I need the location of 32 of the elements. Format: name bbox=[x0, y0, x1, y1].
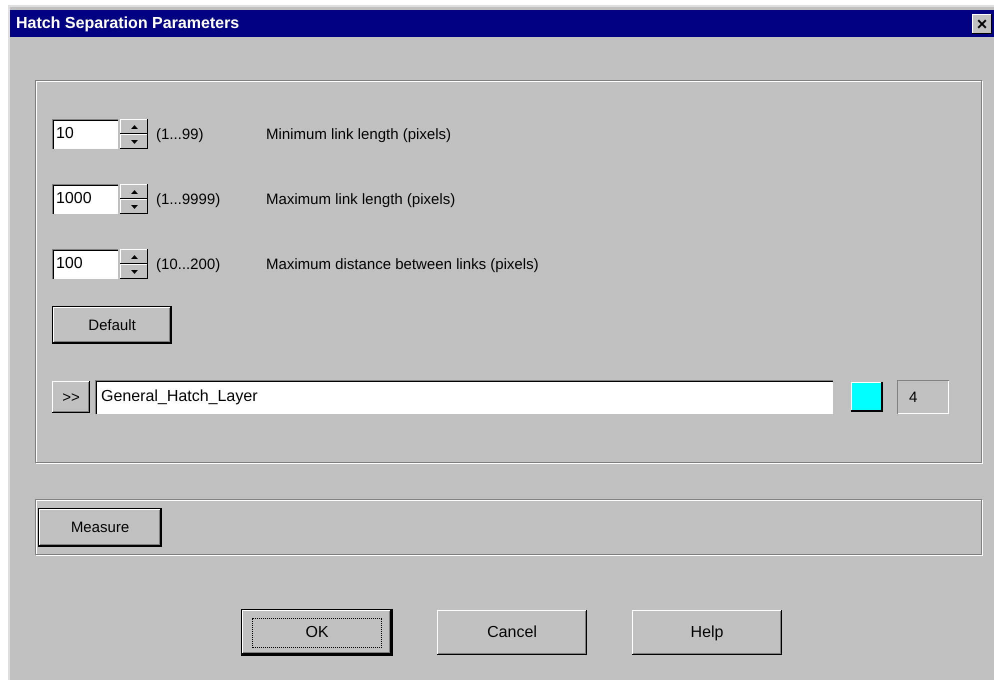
down-arrow-icon bbox=[130, 140, 138, 144]
color-index: 4 bbox=[897, 380, 949, 414]
parameter-label: Maximum distance between links (pixels) bbox=[266, 256, 539, 272]
parameter-label: Maximum link length (pixels) bbox=[266, 190, 456, 208]
up-arrow-icon bbox=[130, 254, 138, 258]
dialog-button[interactable]: Help bbox=[632, 610, 782, 655]
close-button[interactable]: × bbox=[972, 14, 992, 34]
color-swatch[interactable] bbox=[849, 380, 885, 414]
default-button[interactable]: Default bbox=[53, 307, 171, 343]
down-arrow-icon bbox=[130, 204, 138, 208]
range-label: (10...200) bbox=[156, 256, 222, 272]
range-label: (1...99) bbox=[156, 126, 205, 142]
spin-down-button[interactable] bbox=[120, 134, 148, 149]
spin-up-button[interactable] bbox=[120, 119, 148, 134]
number-field[interactable]: 100 bbox=[52, 249, 118, 279]
down-arrow-icon bbox=[130, 270, 138, 274]
spin-down-button[interactable] bbox=[120, 199, 148, 214]
spin-down-button[interactable] bbox=[120, 264, 148, 279]
parameter-label: Minimum link length (pixels) bbox=[266, 126, 452, 142]
spin-up-button[interactable] bbox=[120, 249, 148, 264]
range-label: (1...9999) bbox=[156, 190, 222, 208]
browse-button[interactable]: >> bbox=[52, 381, 90, 413]
window-title: Hatch Separation Parameters bbox=[16, 14, 240, 32]
dialog-button[interactable]: OK bbox=[242, 610, 392, 655]
number-field[interactable]: 10 bbox=[52, 119, 118, 149]
up-arrow-icon bbox=[130, 124, 138, 128]
layer-name-field[interactable]: General_Hatch_Layer bbox=[95, 380, 833, 414]
measure-button[interactable]: Measure bbox=[39, 509, 161, 546]
spin-up-button[interactable] bbox=[120, 184, 148, 199]
up-arrow-icon bbox=[130, 190, 138, 194]
number-field[interactable]: 1000 bbox=[52, 184, 118, 214]
dialog-button[interactable]: Cancel bbox=[437, 610, 587, 655]
